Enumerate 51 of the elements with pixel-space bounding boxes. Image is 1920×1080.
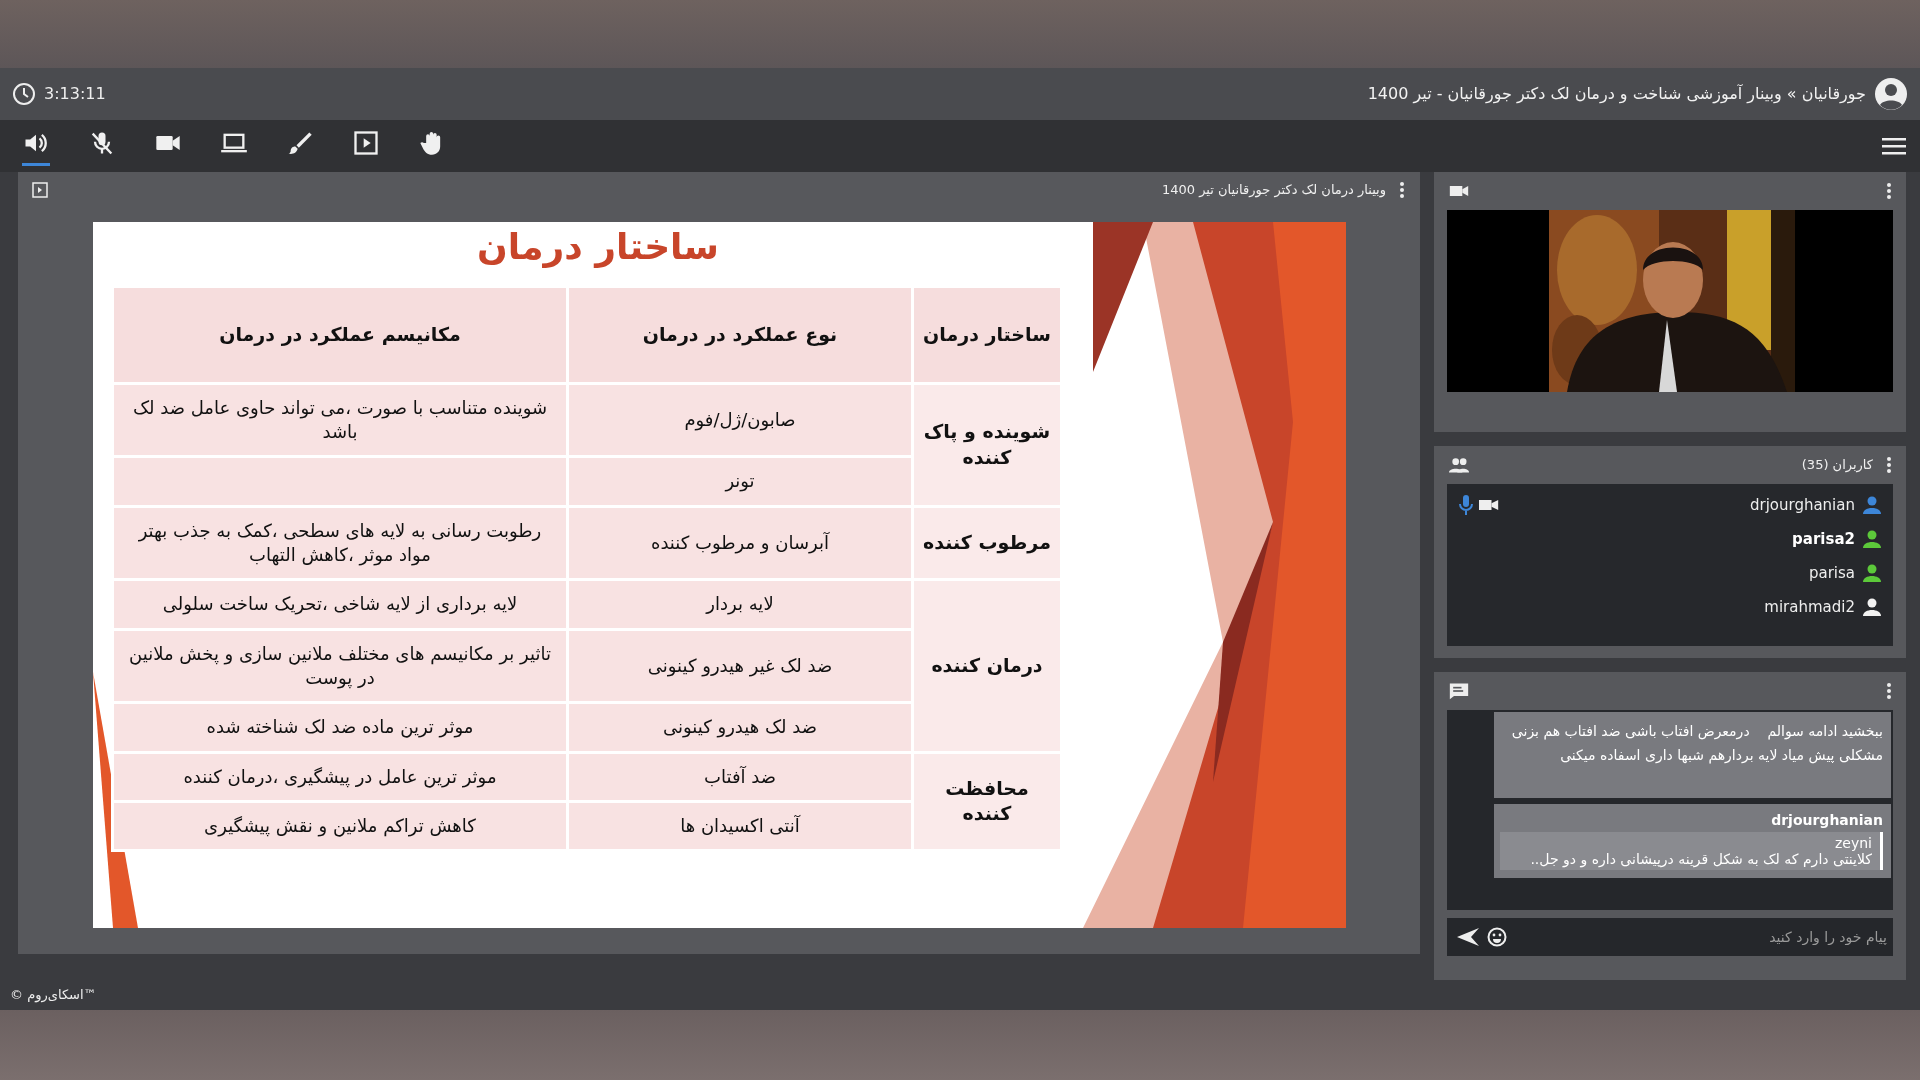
table-cell: درمان کننده [912, 579, 1062, 752]
table-cell: محافظت کننده [912, 752, 1062, 851]
panel-title: وبینار درمان لک دکتر جورقانیان تیر 1400 [1161, 182, 1386, 198]
emoji-icon[interactable] [1487, 926, 1507, 947]
more-options-icon[interactable] [1887, 182, 1891, 199]
user-name[interactable]: parisa [1808, 563, 1855, 582]
table-cell: کاهش تراکم ملانین و نقش پیشگیری [112, 801, 568, 851]
column-header: ساختار درمان [912, 286, 1062, 384]
message-sender: drjourghanian [1770, 811, 1883, 828]
panel-title: کاربران (35) [1801, 457, 1873, 473]
chat-icon [1449, 681, 1469, 700]
panel-toggle-icon[interactable] [32, 181, 48, 198]
table-cell: موثر ترین ماده ضد لک شناخته شده [112, 702, 568, 752]
user-name[interactable]: mirahmadi2 [1764, 597, 1855, 616]
message-text: ببخشید ادامه سوالم درمعرض افتاب باشی ضد افتاب هم بزنی مشکلی پیش میاد لایه بردارهم شبها داری اسفاده میکنی [1510, 721, 1883, 766]
table-cell: مرطوب کننده [912, 506, 1062, 580]
table-cell: آبرسان و مرطوب کننده [567, 506, 913, 580]
table-cell: تاثیر بر مکانیسم های مختلف ملانین سازی و پخش ملانین در پوست [112, 629, 568, 703]
table-cell: لایه بردار [567, 579, 913, 630]
column-header: مکانیسم عملکرد در درمان [112, 286, 568, 384]
user-name[interactable]: parisa2 [1792, 529, 1855, 548]
more-options-icon[interactable] [1887, 682, 1891, 699]
table-cell: موثر ترین عامل در پیشگیری ،درمان کننده [112, 752, 568, 802]
brand-label: © اسکای‌روم™ [10, 987, 97, 1003]
quote-text: کلاینتی دارم که لک به شکل قرینه درپیشانی داره و دو جل.. [1529, 850, 1872, 867]
menu-icon[interactable] [1882, 135, 1906, 156]
video-camera-icon [1479, 497, 1499, 512]
table-cell: شوینده متناسب با صورت ،می تواند حاوی عامل ضد لک باشد [112, 383, 568, 457]
table-cell: رطوبت رسانی به لایه های سطحی ،کمک به جذب بهتر مواد موثر ،کاهش التهاب [112, 506, 568, 580]
user-avatar-icon[interactable] [1874, 76, 1908, 111]
user-name[interactable]: drjourghanian [1749, 495, 1855, 514]
slide-heading: ساختار درمان [475, 225, 721, 267]
more-options-icon[interactable] [1887, 456, 1891, 473]
table-cell: ضد آفتاب [567, 752, 913, 802]
clock-icon [12, 81, 36, 106]
table-cell: شوینده و پاک کننده [912, 383, 1062, 507]
send-icon[interactable] [1457, 927, 1479, 946]
table-cell: ضد لک هیدرو کینونی [567, 702, 913, 752]
microphone-icon [1459, 494, 1473, 515]
more-options-icon[interactable] [1400, 181, 1404, 198]
table-cell: صابون/ژل/فوم [567, 383, 913, 457]
window-title: جورقانیان » وبینار آموزشی شناخت و درمان لک دکتر جورقانیان - تیر 1400 [1367, 84, 1866, 104]
message-input[interactable]: پیام خود را وارد کنید [1447, 917, 1893, 956]
quote-author: zeyni [1834, 834, 1872, 851]
table-cell: ضد لک غیر هیدرو کینونی [567, 629, 913, 703]
session-timer: 3:13:11 [44, 84, 106, 104]
table-cell: آنتی اکسیدان ها [567, 801, 913, 851]
column-header: نوع عملکرد در درمان [567, 286, 913, 384]
table-cell: لایه برداری از لایه شاخی ،تحریک ساخت سلولی [112, 579, 568, 630]
table-cell: تونر [567, 456, 913, 507]
users-icon [1449, 455, 1469, 474]
